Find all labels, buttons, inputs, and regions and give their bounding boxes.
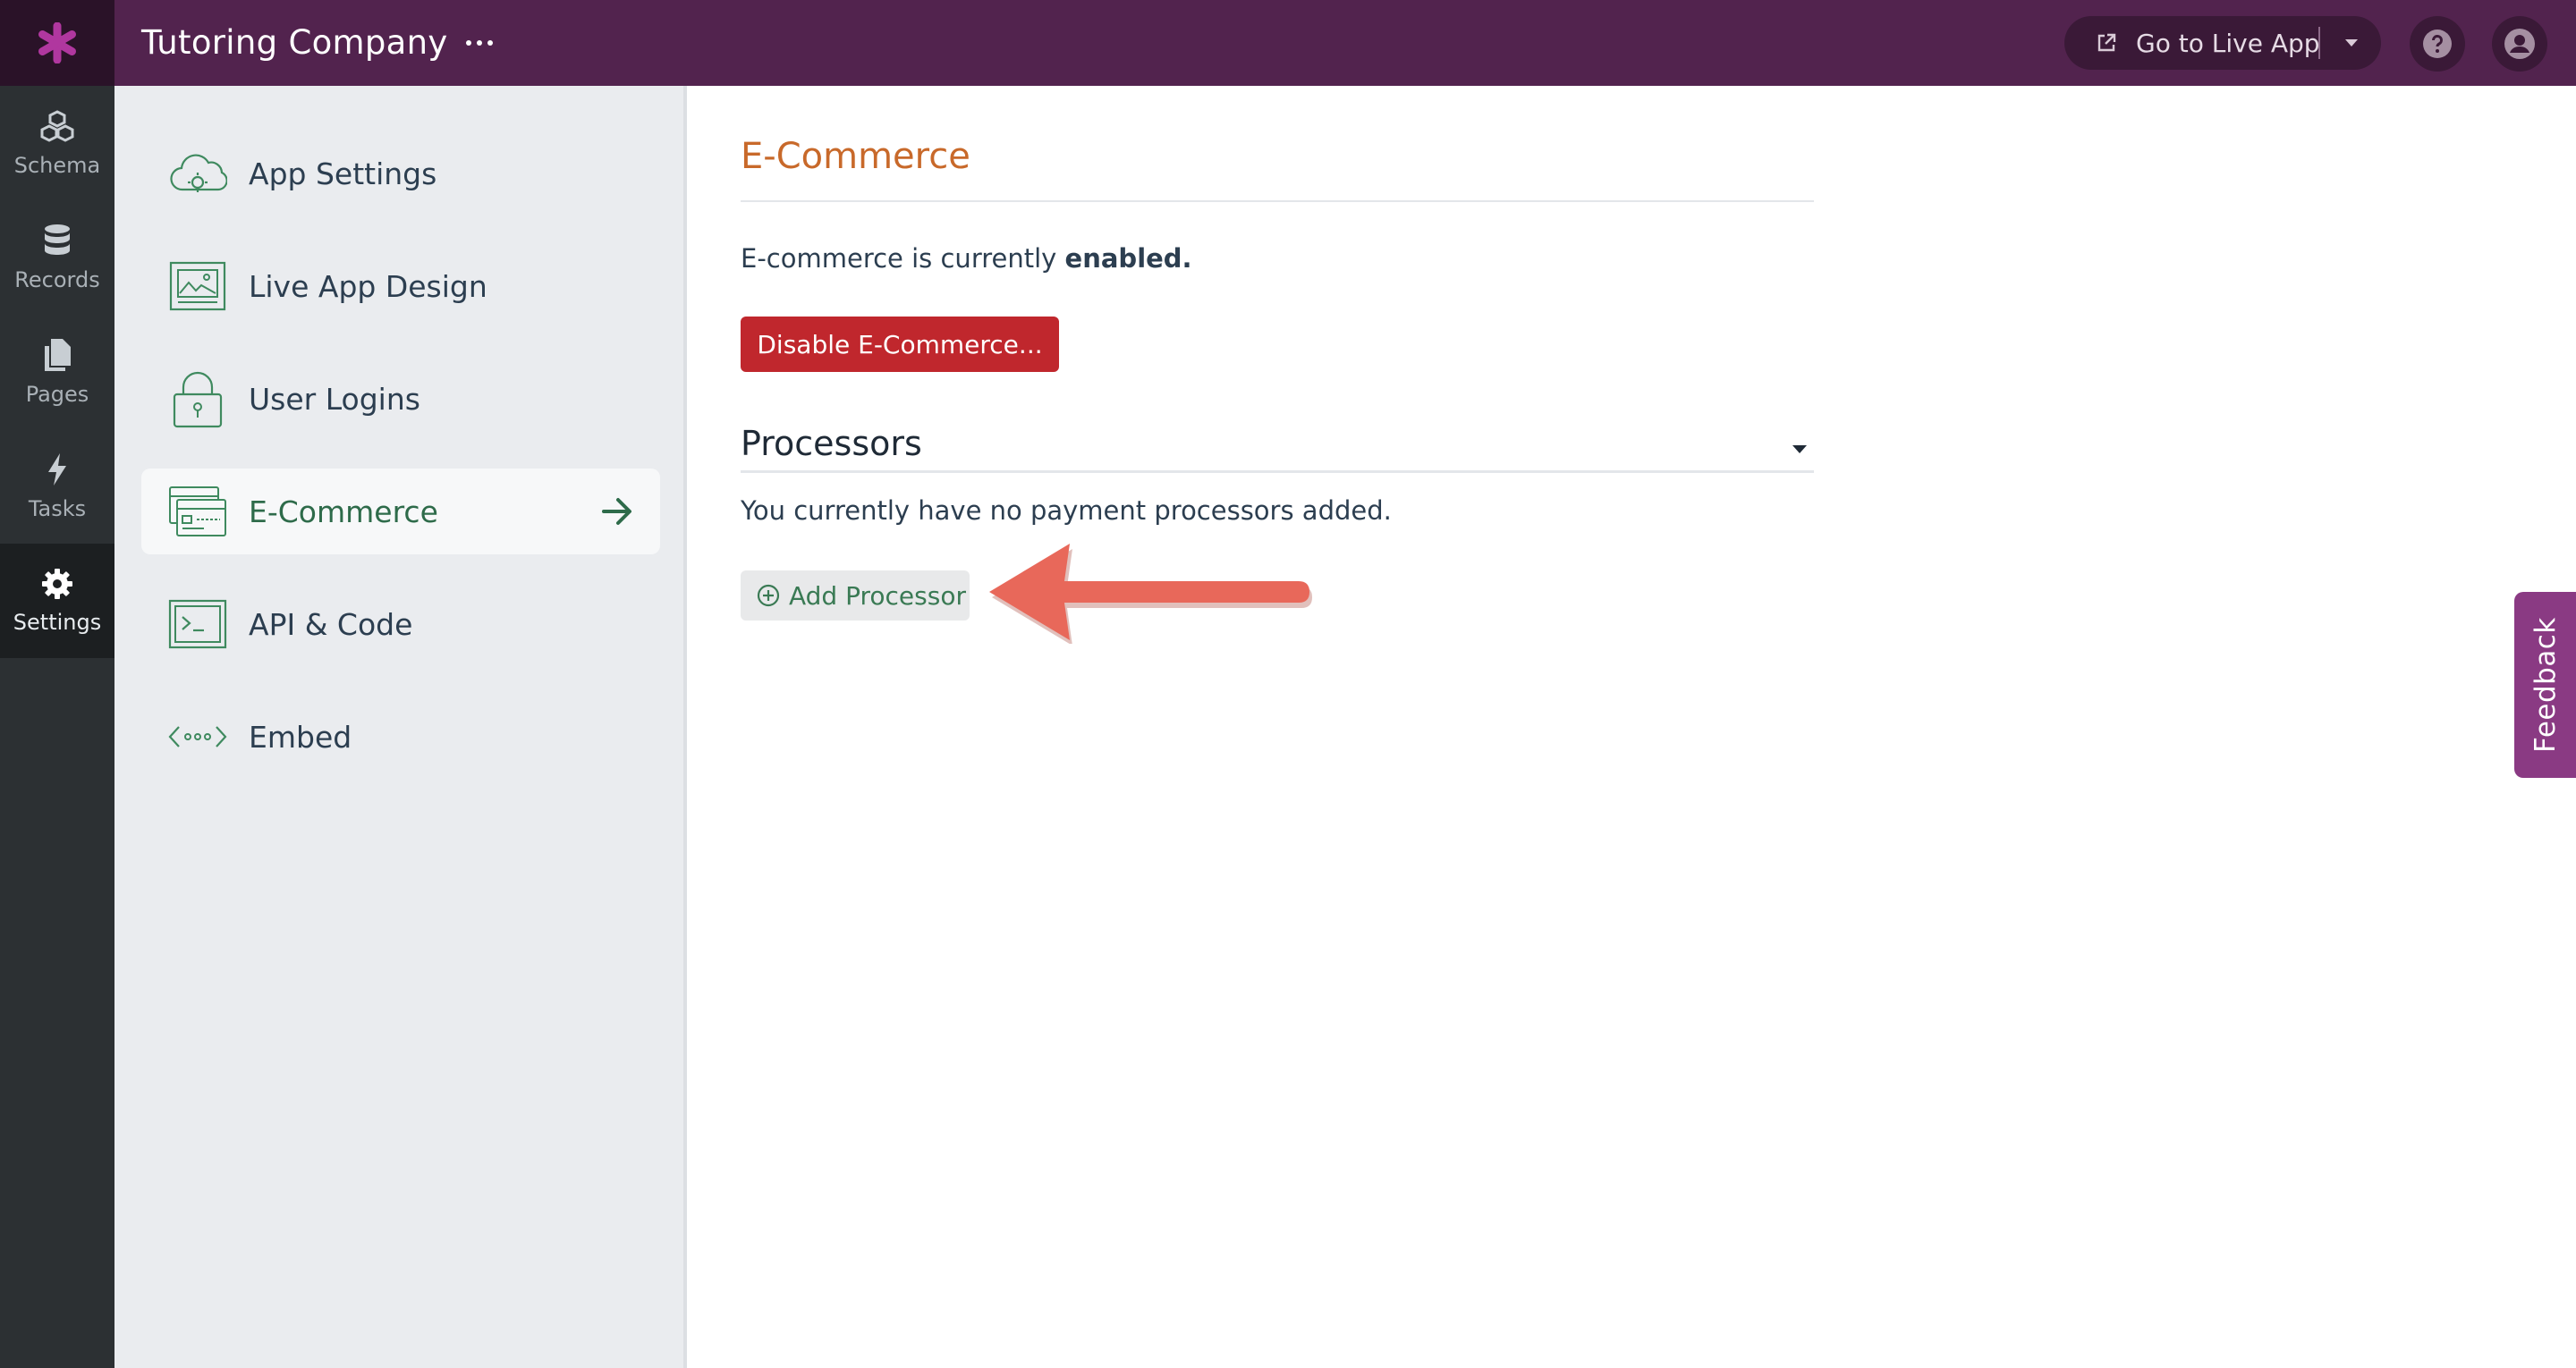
- icon-rail: Schema Records Pages Tasks Settings: [0, 86, 114, 1368]
- asterisk-logo-icon: [38, 22, 76, 63]
- rail-item-tasks[interactable]: Tasks: [0, 429, 114, 544]
- help-button[interactable]: [2410, 16, 2465, 72]
- user-circle-icon: [2504, 29, 2535, 59]
- embed-code-icon: [166, 705, 229, 768]
- more-horizontal-icon[interactable]: [463, 27, 496, 59]
- processors-empty-message: You currently have no payment processors…: [741, 495, 1392, 526]
- chevron-down-icon[interactable]: [1792, 445, 1807, 453]
- arrow-right-icon: [602, 498, 631, 525]
- rail-label: Schema: [13, 153, 101, 178]
- app-title: Tutoring Company: [141, 23, 448, 62]
- padlock-icon: [166, 367, 229, 430]
- processors-heading: Processors: [741, 424, 922, 463]
- database-icon: [45, 224, 70, 255]
- page-title: E-Commerce: [741, 136, 970, 177]
- settings-nav-panel: App Settings Live App Design User Logins: [114, 86, 687, 1368]
- settings-item-label: Live App Design: [249, 268, 487, 304]
- feedback-tab[interactable]: Feedback: [2514, 592, 2576, 778]
- rail-label: Settings: [13, 610, 102, 635]
- settings-item-embed[interactable]: Embed: [141, 694, 660, 780]
- rail-item-schema[interactable]: Schema: [0, 86, 114, 200]
- annotation-arrow-icon: [989, 544, 1312, 644]
- gear-icon: [42, 569, 72, 599]
- bolt-icon: [48, 453, 66, 486]
- pages-icon: [45, 339, 71, 371]
- question-circle-icon: [2423, 30, 2452, 58]
- feedback-label: Feedback: [2529, 617, 2562, 753]
- settings-item-label: App Settings: [249, 156, 437, 191]
- disable-ecommerce-button[interactable]: Disable E-Commerce...: [741, 317, 1059, 372]
- rail-item-pages[interactable]: Pages: [0, 315, 114, 429]
- rail-item-settings[interactable]: Settings: [0, 544, 114, 658]
- settings-item-live-app-design[interactable]: Live App Design: [141, 243, 660, 329]
- credit-card-icon: [166, 480, 229, 543]
- status-prefix: E-commerce is currently: [741, 243, 1057, 274]
- add-processor-button[interactable]: Add Processor: [741, 570, 970, 621]
- cloud-gear-icon: [166, 142, 229, 205]
- go-to-live-app-label: Go to Live App: [2136, 28, 2320, 58]
- ecommerce-status: E-commerce is currently enabled.: [741, 243, 1192, 274]
- processors-divider: [741, 470, 1814, 473]
- rail-label: Pages: [25, 382, 89, 407]
- top-bar: Tutoring Company Go to Live App: [0, 0, 2576, 86]
- main-content: E-Commerce E-commerce is currently enabl…: [691, 86, 2576, 1368]
- button-divider: [2318, 27, 2320, 59]
- settings-item-label: API & Code: [249, 606, 413, 642]
- app-logo[interactable]: [0, 0, 114, 86]
- external-link-icon: [2097, 33, 2116, 52]
- settings-item-api-code[interactable]: API & Code: [141, 581, 660, 667]
- settings-item-e-commerce[interactable]: E-Commerce: [141, 469, 660, 554]
- rail-label: Tasks: [28, 496, 87, 521]
- settings-item-user-logins[interactable]: User Logins: [141, 356, 660, 442]
- chevron-down-icon[interactable]: [2345, 39, 2358, 46]
- rail-label: Records: [14, 267, 100, 292]
- settings-item-label: Embed: [249, 719, 352, 755]
- status-value: enabled.: [1064, 243, 1192, 274]
- schema-cubes-icon: [40, 110, 74, 142]
- image-frame-icon: [166, 255, 229, 317]
- settings-item-label: User Logins: [249, 381, 420, 417]
- plus-circle-icon: [757, 584, 780, 607]
- rail-item-records[interactable]: Records: [0, 200, 114, 315]
- settings-item-label: E-Commerce: [249, 494, 438, 529]
- terminal-icon: [166, 593, 229, 655]
- account-button[interactable]: [2492, 16, 2547, 72]
- title-divider: [741, 200, 1814, 202]
- settings-item-app-settings[interactable]: App Settings: [141, 131, 660, 216]
- add-processor-label: Add Processor: [789, 580, 966, 611]
- go-to-live-app-button[interactable]: Go to Live App: [2064, 16, 2381, 70]
